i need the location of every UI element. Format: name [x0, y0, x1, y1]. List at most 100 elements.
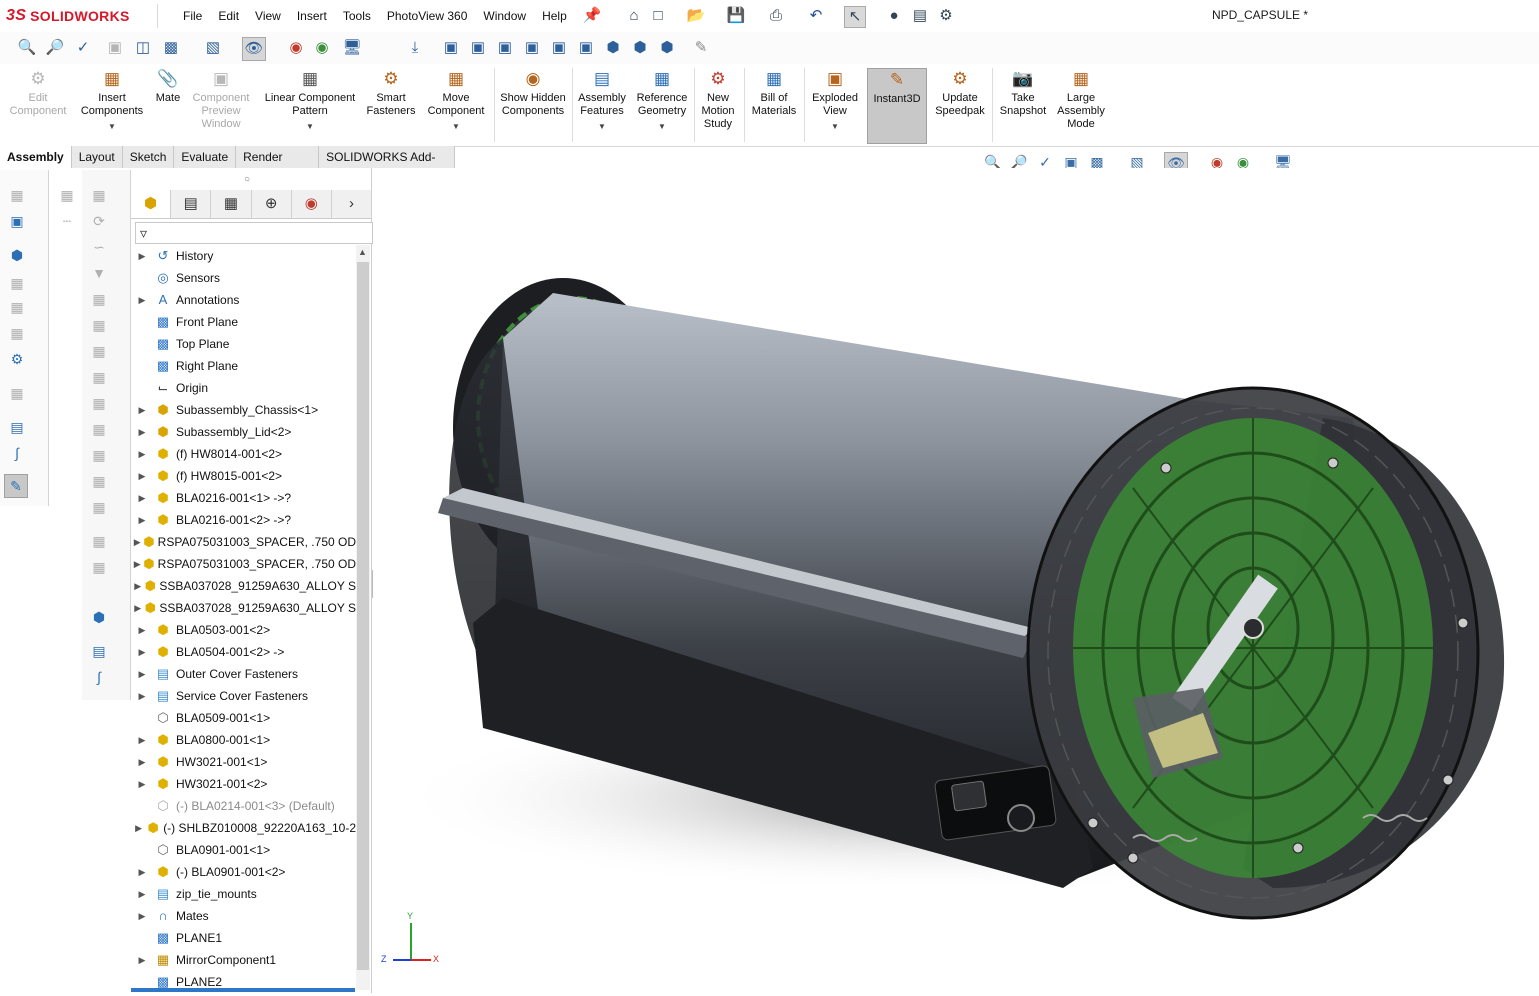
- update-speedpak-button[interactable]: ⚙ Update Speedpak: [930, 68, 990, 144]
- expand-arrow-icon[interactable]: ▶: [131, 581, 144, 592]
- expand-arrow-icon[interactable]: ▶: [131, 405, 153, 416]
- new-motion-study-button[interactable]: ⚙ New Motion Study: [696, 68, 740, 144]
- insert-components-button[interactable]: ▦ Insert Components ▼: [76, 68, 148, 144]
- expand-arrow-icon[interactable]: ▶: [131, 889, 153, 900]
- tree-item[interactable]: ▩ Right Plane: [131, 355, 356, 377]
- tree-item[interactable]: ▩ Top Plane: [131, 333, 356, 355]
- scene-icon[interactable]: ◉: [311, 37, 333, 59]
- expand-arrow-icon[interactable]: ▶: [131, 515, 153, 526]
- zoom-area-icon[interactable]: 🔎: [44, 37, 66, 59]
- tree-item[interactable]: ▶ ▦ MirrorComponent1: [131, 949, 356, 971]
- large-assembly-mode-button[interactable]: ▦ Large Assembly Mode: [1054, 68, 1108, 144]
- chevron-down-icon[interactable]: ▼: [598, 120, 606, 133]
- tree-item[interactable]: ▶ ⬢ RSPA075031003_SPACER, .750 OD: [131, 531, 356, 553]
- menu-file[interactable]: File: [175, 8, 210, 24]
- reference-geometry-icon[interactable]: ▤: [88, 640, 110, 662]
- menu-view[interactable]: View: [247, 8, 289, 24]
- view-back-icon[interactable]: ▣: [467, 37, 489, 59]
- assembly-features-button[interactable]: ▤ Assembly Features ▼: [574, 68, 630, 144]
- expand-arrow-icon[interactable]: ▶: [131, 295, 153, 306]
- select-arrow-icon[interactable]: ↖: [844, 6, 866, 28]
- solidworks-logo[interactable]: 3S SOLIDWORKS: [6, 6, 130, 26]
- chevron-down-icon[interactable]: ▼: [108, 120, 116, 133]
- tree-item[interactable]: ▶ ⬢ BLA0216-001<1> ->?: [131, 487, 356, 509]
- tree-item[interactable]: ▶ ⬢ BLA0504-001<2> ->: [131, 641, 356, 663]
- feature-tree-icon[interactable]: ⬢: [131, 190, 172, 218]
- insert-component-icon[interactable]: ▣: [6, 210, 28, 232]
- sketch-step-icon[interactable]: ┄: [56, 210, 78, 232]
- hide-show-items-icon[interactable]: 👁: [242, 37, 266, 61]
- tree-item[interactable]: ▶ A Annotations: [131, 289, 356, 311]
- move-icon[interactable]: ▦: [6, 322, 28, 344]
- sweep-icon[interactable]: ∽: [88, 236, 110, 258]
- tree-item[interactable]: ▶ ⬢ SSBA037028_91259A630_ALLOY S: [131, 575, 356, 597]
- linear-pattern-button[interactable]: ▦ Linear Component Pattern ▼: [258, 68, 362, 144]
- bill-of-materials-button[interactable]: ▦ Bill of Materials: [746, 68, 802, 144]
- expand-arrow-icon[interactable]: ▶: [131, 823, 146, 834]
- view-trimetric-icon[interactable]: ⬢: [629, 37, 651, 59]
- expand-arrow-icon[interactable]: ▶: [131, 625, 153, 636]
- instant3d-button[interactable]: ✎ Instant3D: [867, 68, 927, 144]
- chevron-down-icon[interactable]: ▼: [658, 120, 666, 133]
- file-properties-icon[interactable]: ▤: [910, 6, 930, 26]
- tree-filter-icon[interactable]: ▿: [135, 222, 373, 244]
- tree-item[interactable]: ▶ ▤ Service Cover Fasteners: [131, 685, 356, 707]
- menu-help[interactable]: Help: [534, 8, 575, 24]
- expand-arrow-icon[interactable]: ▶: [131, 757, 153, 768]
- menu-window[interactable]: Window: [475, 8, 534, 24]
- view-front-icon[interactable]: ▣: [440, 37, 462, 59]
- expand-arrow-icon[interactable]: ▶: [131, 669, 153, 680]
- hole-icon[interactable]: ▦: [88, 470, 110, 492]
- options-gear-icon[interactable]: ⚙: [936, 6, 956, 26]
- previous-view-icon[interactable]: ✓: [72, 37, 94, 59]
- display-manager-icon[interactable]: ◉: [292, 190, 332, 218]
- section-view-icon[interactable]: ▣: [104, 37, 126, 59]
- menu-insert[interactable]: Insert: [289, 8, 335, 24]
- cut-icon[interactable]: ▼: [88, 262, 110, 284]
- expand-arrow-icon[interactable]: ▶: [131, 779, 153, 790]
- shell-icon[interactable]: ▦: [88, 392, 110, 414]
- view-right-icon[interactable]: ▣: [521, 37, 543, 59]
- move-component-button[interactable]: ▦ Move Component ▼: [422, 68, 490, 144]
- chevron-down-icon[interactable]: ▼: [452, 120, 460, 133]
- dome-icon[interactable]: ▦: [88, 444, 110, 466]
- view-isometric-icon[interactable]: ⬢: [602, 37, 624, 59]
- view-dimetric-icon[interactable]: ⬢: [656, 37, 678, 59]
- tree-item[interactable]: ▶ ⬢ RSPA075031003_SPACER, .750 OD: [131, 553, 356, 575]
- reference-geometry-icon[interactable]: ▤: [6, 416, 28, 438]
- menu-edit[interactable]: Edit: [210, 8, 247, 24]
- tree-item[interactable]: ▶ ⬢ HW3021-001<1>: [131, 751, 356, 773]
- expand-arrow-icon[interactable]: ▶: [131, 537, 143, 548]
- take-snapshot-button[interactable]: 📷 Take Snapshot: [994, 68, 1052, 144]
- horizontal-scrollbar[interactable]: [131, 988, 355, 992]
- reference-geometry-button[interactable]: ▦ Reference Geometry ▼: [632, 68, 692, 144]
- undo-icon[interactable]: ↶: [806, 6, 826, 26]
- menu-photoview[interactable]: PhotoView 360: [379, 8, 476, 24]
- component-preview-button[interactable]: ▣ Component Preview Window: [188, 68, 254, 144]
- tree-item[interactable]: ⬡ (-) BLA0214-001<3> (Default): [131, 795, 356, 817]
- tree-item[interactable]: ▶ ⬢ BLA0216-001<2> ->?: [131, 509, 356, 531]
- revolve-icon[interactable]: ⟳: [88, 210, 110, 232]
- zoom-to-fit-icon[interactable]: 🔍: [16, 37, 38, 59]
- linear-pattern-icon[interactable]: ▦: [6, 382, 28, 404]
- chamfer-icon[interactable]: ▦: [88, 314, 110, 336]
- sketch-icon[interactable]: ▦: [56, 184, 78, 206]
- pattern-icon[interactable]: ▦: [88, 556, 110, 578]
- chevron-right-icon[interactable]: ›: [332, 190, 371, 218]
- tree-item[interactable]: ▶ ▤ zip_tie_mounts: [131, 883, 356, 905]
- tab-sketch[interactable]: Sketch: [123, 146, 175, 168]
- dynamic-annotation-icon[interactable]: ◫: [132, 37, 154, 59]
- configuration-manager-icon[interactable]: ▦: [211, 190, 252, 218]
- rebuild-icon[interactable]: ●: [884, 6, 904, 26]
- dimxpert-icon[interactable]: ⊕: [252, 190, 292, 218]
- tree-item[interactable]: ▶ ⬢ Subassembly_Lid<2>: [131, 421, 356, 443]
- tree-item[interactable]: ◎ Sensors: [131, 267, 356, 289]
- expand-arrow-icon[interactable]: ▶: [131, 449, 153, 460]
- print-icon[interactable]: ⎙: [766, 6, 786, 26]
- tree-item[interactable]: ⬡ BLA0901-001<1>: [131, 839, 356, 861]
- view-orientation-icon[interactable]: ▩: [160, 37, 182, 59]
- expand-arrow-icon[interactable]: ▶: [131, 955, 153, 966]
- expand-arrow-icon[interactable]: ▶: [131, 559, 143, 570]
- expand-arrow-icon[interactable]: ▶: [131, 251, 153, 262]
- curve-icon[interactable]: ∫: [6, 442, 28, 464]
